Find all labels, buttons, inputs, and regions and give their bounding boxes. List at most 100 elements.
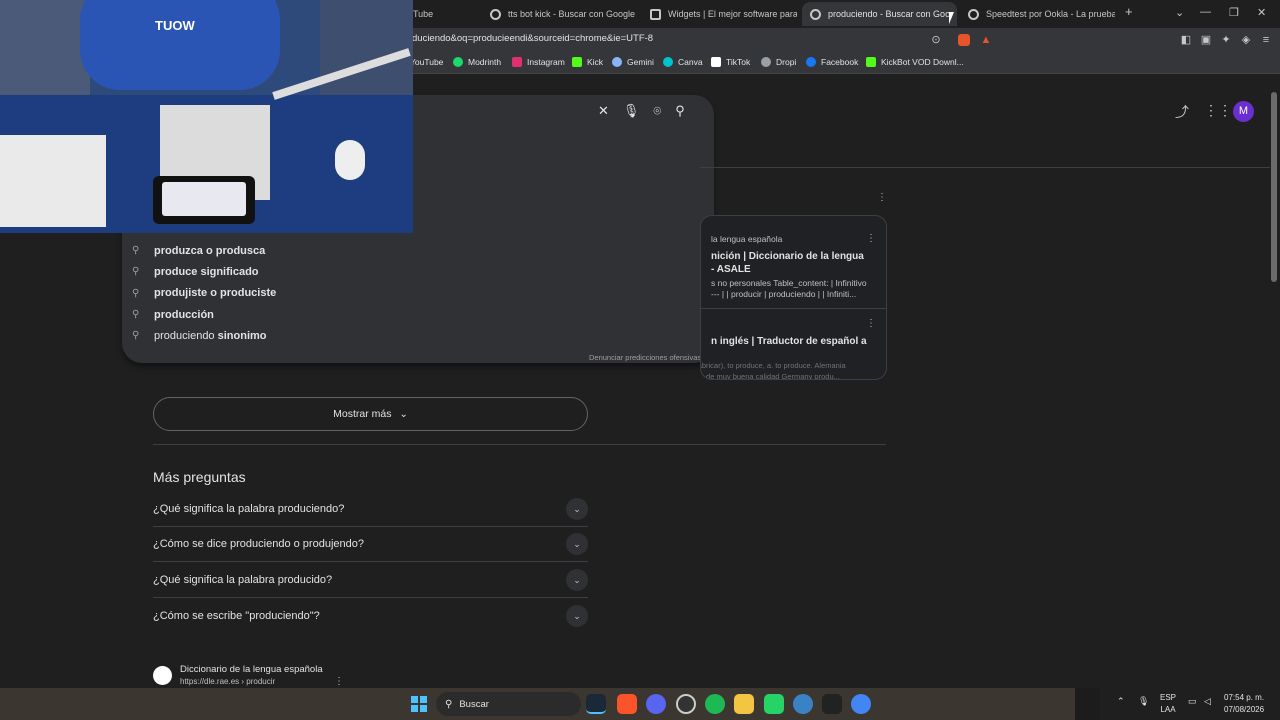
microphone-icon[interactable]: 🎙 [1138,696,1149,707]
obs-icon[interactable] [793,694,813,714]
lens-icon[interactable]: ⌾ [653,103,661,119]
network-icon[interactable]: ▭ [1188,696,1197,707]
more-options-icon[interactable]: ⋮ [866,318,876,329]
search-actions: ✕ 🎙 ⌾ ⚲ [598,103,685,119]
location-icon[interactable]: ⊙ [930,34,942,46]
menu-icon[interactable]: ≡ [1260,34,1272,46]
bookmark-dropi[interactable]: Dropi [761,57,796,67]
card-snippet: s no personales Table_content: | Infinit… [711,278,867,288]
featured-results-card: la lengua española ⋮ nición | Diccionari… [700,215,887,380]
chevron-down-icon: ⌄ [566,533,588,555]
suggestion-item[interactable]: ⚲ produjiste o produciste [132,283,276,304]
file-explorer-icon[interactable] [734,694,754,714]
divider [700,167,1270,168]
close-window-icon[interactable]: ✕ [1257,6,1266,19]
search-icon: ⚲ [132,309,140,321]
suggestion-item[interactable]: ⚲ produzca o produsca [132,240,276,261]
sidebar-icon[interactable]: ◧ [1180,34,1192,46]
minimize-icon[interactable]: — [1200,6,1211,18]
chevron-up-icon[interactable]: ⌃ [1117,696,1125,707]
suggestion-item[interactable]: ⚲ producción [132,304,276,325]
result-url: https://dle.rae.es › producir [180,677,276,686]
apps-grid-icon[interactable]: ⋮⋮ [1204,102,1232,119]
card-snippet: produce coches de muy buena calidad Germ… [700,372,840,380]
phone [153,176,255,224]
bookmark-modrinth[interactable]: Modrinth [453,57,501,67]
bookmark-tiktok[interactable]: TikTok [711,57,750,67]
suggestion-item[interactable]: ⚲ produciendo sinonimo [132,325,276,346]
question-item[interactable]: ¿Qué significa la palabra produciendo? ⌄ [153,492,588,527]
whatsapp-icon[interactable] [764,694,784,714]
restore-icon[interactable]: ❐ [1229,6,1239,19]
github-desktop-icon[interactable] [676,694,696,714]
microphone-icon[interactable]: 🎙 [623,103,640,119]
more-options-icon[interactable]: ⋮ [334,676,344,687]
question-item[interactable]: ¿Qué significa la palabra producido? ⌄ [153,563,588,598]
bookmark-instagram[interactable]: Instagram [512,57,565,67]
taskbar-search[interactable]: ⚲ Buscar [436,692,581,716]
bookmark-kickbot[interactable]: KickBot VOD Downl... [866,57,964,67]
bookmark-kick[interactable]: Kick [572,57,603,67]
card-title[interactable]: - ASALE [711,264,751,275]
scrollbar[interactable] [1271,92,1277,282]
capcut-icon[interactable] [822,694,842,714]
mouse [335,140,365,180]
chevron-down-icon: ⌄ [566,569,588,591]
clock[interactable]: 07:54 p. m. 07/08/2026 [1224,692,1264,716]
show-more-button[interactable]: Mostrar más ⌄ [153,397,588,431]
discord-icon[interactable] [646,694,666,714]
url-field[interactable]: duciendo&oq=producieendi&sourceid=chrome… [412,33,653,44]
bookmark-facebook[interactable]: Facebook [806,57,858,67]
question-item[interactable]: ¿Cómo se escribe "produciendo"? ⌄ [153,598,588,633]
tab-tts-bot-kick[interactable]: tts bot kick - Buscar con Google [482,2,637,26]
google-icon [810,8,821,20]
clear-icon[interactable]: ✕ [598,103,609,119]
leo-ai-icon[interactable]: ✦ [1220,34,1232,46]
search-result-source[interactable]: Diccionario de la lengua española https:… [153,664,323,686]
webcam-overlay: TUOW [0,0,413,233]
more-options-icon[interactable]: ⋮ [877,192,887,203]
tab-speedtest[interactable]: Speedtest por Ookla - La prueba de [960,2,1115,26]
mouse-cursor [949,12,954,24]
chrome-icon[interactable] [851,694,871,714]
new-tab-button[interactable]: + [1125,4,1133,19]
suggestion-item[interactable]: ⚲ produce significado [132,261,276,282]
kickbot-icon [866,57,876,67]
tab-produciendo[interactable]: produciendo - Buscar con Goo✕ [802,2,957,26]
question-item[interactable]: ¿Cómo se dice produciendo o produjendo? ⌄ [153,527,588,562]
tab-search-icon[interactable]: ⌄ [1175,6,1184,19]
bookmark-gemini[interactable]: Gemini [612,57,654,67]
volume-icon[interactable]: ◁ [1204,696,1211,707]
bookmark-canva[interactable]: Canva [663,57,703,67]
share-icon[interactable]: ⤴ [1175,102,1189,122]
avatar[interactable]: M [1233,101,1254,122]
wallet-icon[interactable]: ▣ [1200,34,1212,46]
search-icon: ⚲ [132,266,140,278]
divider [153,444,886,445]
card-snippet: --- | | producir | produciendo | | Infin… [711,289,857,299]
more-options-icon[interactable]: ⋮ [866,233,876,244]
card-title[interactable]: n inglés | Traductor de español a [711,336,867,347]
report-predictions-link[interactable]: Denunciar predicciones ofensivas [589,353,701,362]
brave-shield-icon[interactable] [958,34,970,46]
search-icon: ⚲ [445,698,453,710]
brave-rewards-icon[interactable]: ▲ [980,34,992,46]
gemini-icon [612,57,622,67]
rae-logo-icon [153,665,172,685]
search-icon[interactable]: ⚲ [675,103,685,119]
spotify-icon[interactable] [705,694,725,714]
card-title[interactable]: nición | Diccionario de la lengua [711,251,864,262]
tab-youtube[interactable]: Tube [405,2,475,26]
vpn-shield-icon[interactable]: ◈ [1240,34,1252,46]
windows-start-icon[interactable] [411,696,427,712]
search-icon: ⚲ [132,245,140,257]
search-icon: ⚲ [132,287,140,299]
kick-icon [572,57,582,67]
tiktok-icon [711,57,721,67]
tab-widgets[interactable]: Widgets | El mejor software para pe [642,2,797,26]
bookmark-youtube[interactable]: YouTube [410,57,443,67]
brave-icon[interactable] [617,694,637,714]
steam-icon[interactable] [586,694,606,714]
speedtest-icon [968,8,979,20]
language-indicator[interactable]: ESP LAA [1160,692,1176,716]
